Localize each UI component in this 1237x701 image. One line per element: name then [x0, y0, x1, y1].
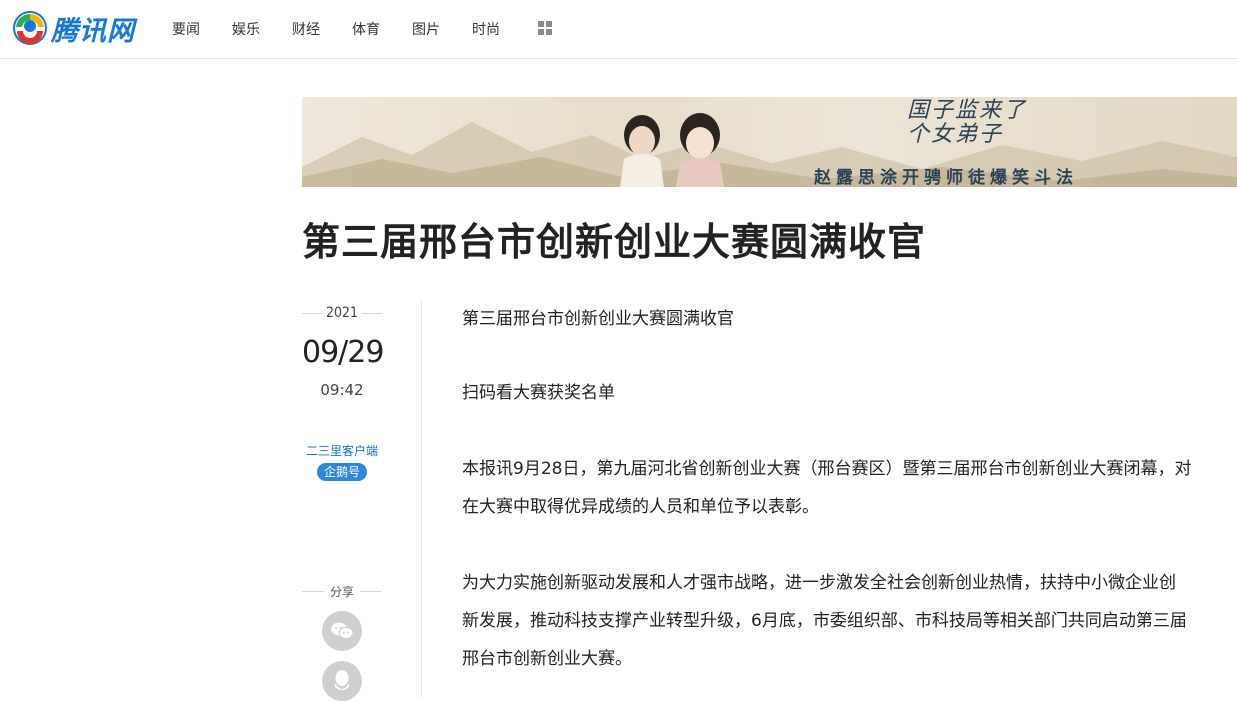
publish-year-row: 2021 [302, 300, 382, 326]
main-nav: 要闻 娱乐 财经 体育 图片 时尚 [172, 19, 532, 39]
banner-slogan: 赵露思涂开骋师徒爆笑斗法 [814, 168, 1078, 187]
site-logo[interactable]: 腾讯网 [13, 8, 135, 48]
source-badge: 企鹅号 [316, 463, 367, 481]
source-link[interactable]: 二三里客户端 [302, 442, 382, 459]
tencent-logo-icon [13, 11, 47, 45]
top-navigation-bar: 腾讯网 要闻 娱乐 财经 体育 图片 时尚 [0, 0, 1237, 59]
share-label-row: 分享 [302, 581, 382, 601]
qq-icon [335, 670, 349, 690]
publish-time: 09:42 [320, 381, 364, 399]
nav-item-finance[interactable]: 财经 [292, 19, 352, 39]
article-paragraph: 第三届邢台市创新创业大赛圆满收官 [462, 309, 734, 329]
publish-date: 09/29 [302, 335, 384, 370]
article-paragraph: 本报讯9月28日，第九届河北省创新创业大赛（邢台赛区）暨第三届邢台市创新创业大赛… [462, 459, 1192, 517]
nav-item-news[interactable]: 要闻 [172, 19, 232, 39]
share-qq-button[interactable] [322, 661, 362, 701]
publish-year: 2021 [325, 305, 359, 321]
wechat-icon [331, 622, 354, 639]
column-divider [421, 300, 422, 697]
article-meta: 2021 09/29 09:42 二三里客户端 企鹅号 分享 [302, 300, 384, 701]
article-paragraph: 为大力实施创新驱动发展和人才强市战略，进一步激发全社会创新创业热情，扶持中小微企… [462, 573, 1187, 669]
share-wechat-button[interactable] [322, 611, 362, 651]
article-paragraph: 扫码看大赛获奖名单 [462, 383, 615, 403]
article-title: 第三届邢台市创新创业大赛圆满收官 [302, 220, 927, 264]
more-grid-icon[interactable] [538, 21, 552, 35]
nav-item-entertainment[interactable]: 娱乐 [232, 19, 292, 39]
banner-ad[interactable]: 国子监来了个女弟子 赵露思涂开骋师徒爆笑斗法 [302, 97, 1237, 187]
nav-item-sports[interactable]: 体育 [352, 19, 412, 39]
logo-text: 腾讯网 [51, 15, 135, 47]
nav-item-fashion[interactable]: 时尚 [472, 19, 532, 39]
share-label: 分享 [329, 585, 354, 599]
nav-item-pictures[interactable]: 图片 [412, 19, 472, 39]
banner-seal-text: 国子监来了个女弟子 [907, 98, 1028, 147]
banner-landscape-icon [302, 113, 1237, 187]
